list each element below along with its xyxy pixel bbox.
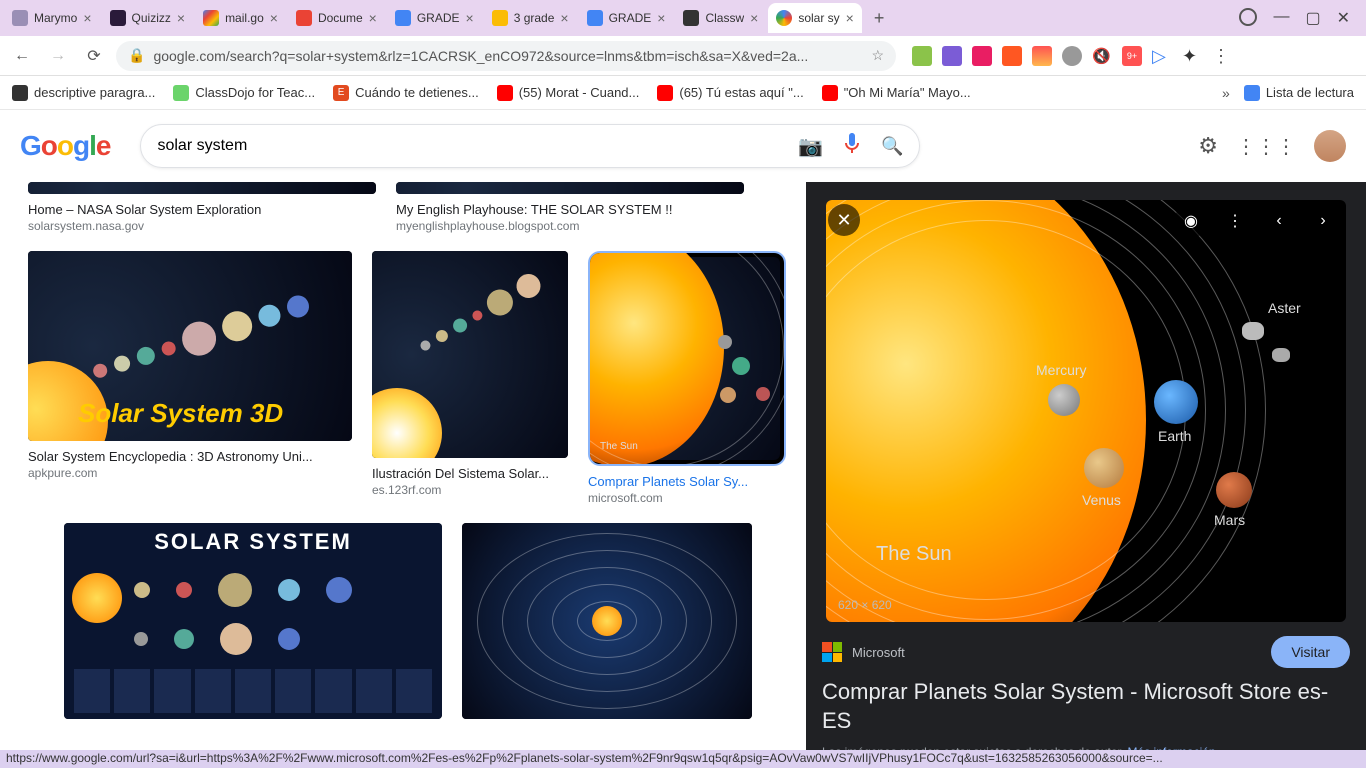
mic-icon[interactable] (843, 133, 861, 160)
window-close-icon[interactable]: ✕ (1337, 8, 1350, 28)
account-icon[interactable] (1239, 8, 1257, 26)
tab-classw[interactable]: Classw× (675, 3, 766, 33)
back-button[interactable]: ← (8, 42, 36, 70)
ext-icon-5[interactable] (1032, 46, 1052, 66)
ext-icon-3[interactable] (972, 46, 992, 66)
prev-icon[interactable]: ‹ (1262, 204, 1296, 238)
image-detail-panel: ✕ ◉ ⋮ ‹ › Mercury Venus Earth Mars Aster (806, 182, 1366, 750)
tab-quizizz[interactable]: Quizizz× (102, 3, 194, 33)
result-item[interactable]: My English Playhouse: THE SOLAR SYSTEM !… (396, 182, 744, 233)
bookmarks-more-icon[interactable]: » (1222, 85, 1230, 101)
tab-marymo[interactable]: Marymo× (4, 3, 100, 33)
maximize-icon[interactable]: ▢ (1305, 8, 1320, 28)
url-bar[interactable]: 🔒 google.com/search?q=solar+system&rlz=1… (116, 41, 896, 71)
search-icon[interactable]: 🔍 (881, 136, 903, 157)
avatar[interactable] (1314, 130, 1346, 162)
url-text: google.com/search?q=solar+system&rlz=1CA… (153, 48, 863, 64)
search-box[interactable]: 📷 🔍 (140, 124, 920, 168)
result-item[interactable]: Solar System 3D Solar System Encyclopedi… (28, 251, 352, 505)
search-input[interactable] (157, 137, 798, 155)
result-item-selected[interactable]: The Sun Comprar Planets Solar Sy... micr… (588, 251, 786, 505)
nav-bar: ← → ⟳ 🔒 google.com/search?q=solar+system… (0, 36, 1366, 76)
browser-tab-bar: Marymo× Quizizz× mail.go× Docume× GRADE×… (0, 0, 1366, 36)
more-icon[interactable]: ⋮ (1218, 204, 1252, 238)
bookmark-cuando[interactable]: ECuándo te detienes... (333, 85, 479, 101)
ext-icon-4[interactable] (1002, 46, 1022, 66)
ext-icon-1[interactable] (912, 46, 932, 66)
minimize-icon[interactable]: — (1273, 8, 1289, 28)
forward-button[interactable]: → (44, 42, 72, 70)
apps-icon[interactable]: ⋮⋮⋮ (1236, 134, 1296, 159)
close-icon[interactable]: × (83, 10, 91, 26)
tab-docume[interactable]: Docume× (288, 3, 385, 33)
bookmark-descriptive[interactable]: descriptive paragra... (12, 85, 155, 101)
microsoft-icon (822, 642, 842, 662)
bookmark-oh-mi-maria[interactable]: "Oh Mi María" Mayo... (822, 85, 971, 101)
result-item[interactable]: Home – NASA Solar System Exploration sol… (28, 182, 376, 233)
detail-image[interactable]: Mercury Venus Earth Mars Aster The Sun 6… (826, 200, 1346, 622)
new-tab-button[interactable]: + (864, 8, 895, 29)
ext-icon-7[interactable]: 9+ (1122, 46, 1142, 66)
image-dimensions: 620 × 620 (838, 598, 892, 612)
visit-button[interactable]: Visitar (1271, 636, 1350, 668)
bookmark-classdojo[interactable]: ClassDojo for Teac... (173, 85, 315, 101)
reload-button[interactable]: ⟳ (80, 42, 108, 70)
close-icon[interactable]: × (369, 10, 377, 26)
tab-grade1[interactable]: GRADE× (387, 3, 482, 33)
search-header: Google 📷 🔍 ⚙ ⋮⋮⋮ (0, 110, 1366, 182)
mute-icon[interactable]: 🔇 (1092, 46, 1112, 66)
next-icon[interactable]: › (1306, 204, 1340, 238)
tab-mail[interactable]: mail.go× (195, 3, 286, 33)
lock-icon: 🔒 (128, 47, 145, 64)
tab-solar-sys[interactable]: solar sy× (768, 3, 862, 33)
image-title: Comprar Planets Solar System - Microsoft… (822, 678, 1350, 735)
extensions-icon[interactable]: ✦ (1182, 46, 1202, 66)
image-source[interactable]: Microsoft (852, 645, 905, 660)
status-bar: https://www.google.com/url?sa=i&url=http… (0, 750, 1366, 768)
google-logo[interactable]: Google (20, 130, 110, 162)
bookmark-tu-estas[interactable]: (65) Tú estas aquí "... (657, 85, 803, 101)
camera-icon[interactable]: 📷 (798, 134, 823, 159)
close-icon[interactable]: × (750, 10, 758, 26)
result-item[interactable] (462, 523, 752, 719)
ext-icon-8[interactable]: ▷ (1152, 46, 1172, 66)
lens-icon[interactable]: ◉ (1174, 204, 1208, 238)
close-icon[interactable]: × (846, 10, 854, 26)
tab-grade2[interactable]: GRADE× (579, 3, 674, 33)
menu-icon[interactable]: ⋮ (1212, 46, 1232, 66)
close-panel-button[interactable]: ✕ (828, 204, 860, 236)
bookmarks-bar: descriptive paragra... ClassDojo for Tea… (0, 76, 1366, 110)
ext-icon-2[interactable] (942, 46, 962, 66)
image-meta: Microsoft Visitar (822, 636, 1350, 668)
close-icon[interactable]: × (657, 10, 665, 26)
reading-list[interactable]: Lista de lectura (1244, 85, 1354, 101)
result-item[interactable]: Ilustración Del Sistema Solar... es.123r… (372, 251, 568, 505)
settings-icon[interactable]: ⚙ (1198, 133, 1218, 159)
tab-3grade[interactable]: 3 grade× (484, 3, 577, 33)
ext-icon-6[interactable] (1062, 46, 1082, 66)
close-icon[interactable]: × (270, 10, 278, 26)
close-icon[interactable]: × (177, 10, 185, 26)
close-icon[interactable]: × (466, 10, 474, 26)
result-item[interactable]: SOLAR SYSTEM (64, 523, 442, 719)
extension-icons: 🔇 9+ ▷ ✦ ⋮ (912, 46, 1232, 66)
close-icon[interactable]: × (560, 10, 568, 26)
bookmark-morat[interactable]: (55) Morat - Cuand... (497, 85, 640, 101)
star-icon[interactable]: ☆ (871, 47, 884, 64)
image-results: Home – NASA Solar System Exploration sol… (0, 182, 806, 750)
content: Home – NASA Solar System Exploration sol… (0, 182, 1366, 750)
